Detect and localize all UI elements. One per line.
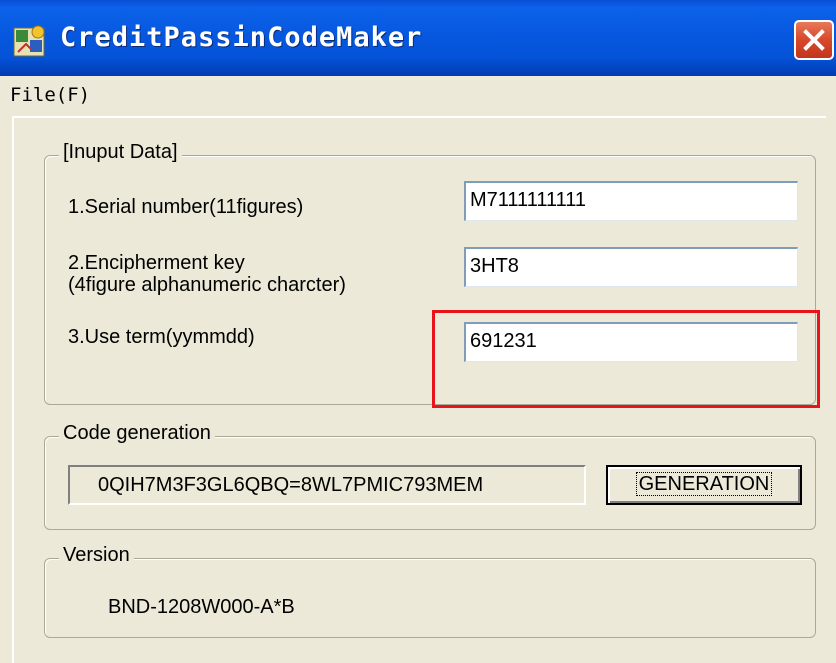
app-icon	[12, 22, 50, 60]
highlight-box	[432, 310, 820, 408]
menu-bar: File(F)	[0, 76, 836, 116]
menu-file[interactable]: File(F)	[6, 82, 94, 108]
code-generation-group-label: Code generation	[59, 422, 215, 445]
close-x-icon	[803, 29, 825, 51]
app-window: CreditPassinCodeMaker File(F) [Inuput Da…	[0, 0, 836, 663]
title-bar[interactable]: CreditPassinCodeMaker	[0, 0, 836, 76]
close-button[interactable]	[794, 20, 834, 60]
serial-number-input[interactable]: M7111111111	[464, 181, 798, 221]
generated-code-output: 0QIH7M3F3GL6QBQ=8WL7PMIC793MEM	[68, 465, 586, 505]
generation-button-label: GENERATION	[635, 472, 773, 496]
generation-button[interactable]: GENERATION	[606, 465, 802, 505]
version-group-label: Version	[59, 544, 134, 567]
encipherment-key-input[interactable]: 3HT8	[464, 247, 798, 287]
input-data-group-label: [Inuput Data]	[59, 141, 182, 164]
version-value: BND-1208W000-A*B	[108, 596, 295, 618]
encipherment-key-label: 2.Encipherment key	[68, 252, 245, 274]
serial-number-label: 1.Serial number(11figures)	[68, 196, 304, 218]
use-term-label: 3.Use term(yymmdd)	[68, 326, 255, 348]
encipherment-key-hint: (4figure alphanumeric charcter)	[68, 274, 346, 296]
window-title: CreditPassinCodeMaker	[60, 22, 423, 53]
